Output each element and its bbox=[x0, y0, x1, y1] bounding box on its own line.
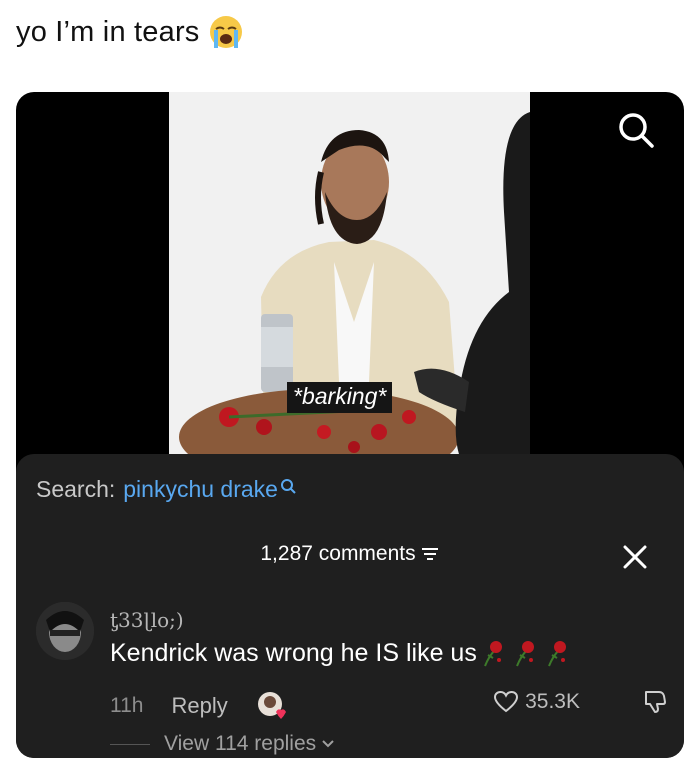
search-label: Search: bbox=[36, 476, 116, 502]
search-icon[interactable] bbox=[616, 110, 656, 150]
replies-divider bbox=[110, 743, 150, 745]
thumbs-down-icon bbox=[645, 691, 666, 713]
comments-count-header[interactable]: 1,287 comments bbox=[16, 542, 684, 566]
video-subtitle: *barking* bbox=[287, 382, 393, 413]
comment-username[interactable]: ƫ33ɭlo;) bbox=[110, 608, 184, 632]
chevron-down-icon bbox=[322, 740, 334, 748]
video-card[interactable]: *barking* Search: pinkychu drake 1,287 c… bbox=[16, 92, 684, 758]
view-replies-label: View 114 replies bbox=[164, 732, 317, 755]
loudly-crying-face-emoji-icon bbox=[209, 16, 242, 48]
comments-count: 1,287 comments bbox=[260, 542, 416, 565]
comments-sheet: Search: pinkychu drake 1,287 comments ƫ3… bbox=[16, 454, 684, 758]
reply-button[interactable]: Reply bbox=[171, 693, 227, 719]
video-scene-image bbox=[169, 92, 530, 472]
search-small-icon bbox=[280, 478, 296, 494]
post-caption-text: yo I’m in tears bbox=[16, 15, 200, 48]
creator-liked-avatar-icon bbox=[256, 690, 288, 722]
view-replies-button[interactable]: View 114 replies bbox=[110, 732, 336, 756]
dislike-button[interactable] bbox=[642, 688, 668, 719]
avatar[interactable] bbox=[36, 602, 94, 660]
search-query-link[interactable]: pinkychu drake bbox=[123, 476, 278, 503]
heart-icon bbox=[494, 690, 519, 713]
filter-icon[interactable] bbox=[420, 544, 440, 564]
comment-meta: 11h Reply bbox=[110, 690, 288, 722]
wilted-rose-emoji-icon bbox=[479, 638, 571, 668]
video-frame[interactable]: *barking* bbox=[169, 92, 530, 472]
like-count: 35.3K bbox=[525, 690, 580, 713]
comment-text-body: Kendrick was wrong he IS like us bbox=[110, 638, 477, 667]
close-icon[interactable] bbox=[622, 544, 648, 570]
comment-text: Kendrick was wrong he IS like us bbox=[110, 638, 571, 668]
post-caption: yo I’m in tears bbox=[16, 14, 244, 50]
search-suggestion[interactable]: Search: pinkychu drake bbox=[36, 476, 296, 503]
comment-time: 11h bbox=[110, 694, 144, 717]
like-button[interactable]: 35.3K bbox=[493, 690, 580, 714]
